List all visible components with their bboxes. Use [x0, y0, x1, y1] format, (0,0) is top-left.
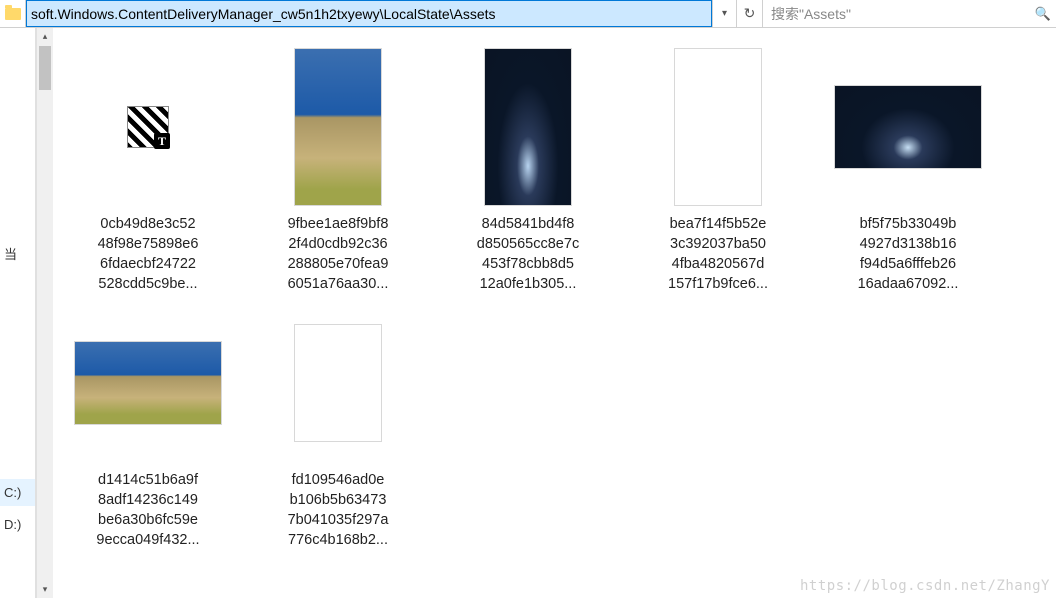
file-item[interactable]: 9fbee1ae8f9bf82f4d0cdb92c36288805e70fea9… [263, 42, 413, 294]
address-bar[interactable]: soft.Windows.ContentDeliveryManager_cw5n… [26, 0, 712, 27]
file-pane: 0cb49d8e3c5248f98e75898e66fdaecbf2472252… [53, 28, 1056, 598]
file-grid: 0cb49d8e3c5248f98e75898e66fdaecbf2472252… [73, 42, 1036, 550]
file-name: 0cb49d8e3c5248f98e75898e66fdaecbf2472252… [75, 214, 221, 294]
folder-icon[interactable] [0, 0, 26, 27]
refresh-icon[interactable]: ↻ [736, 0, 762, 27]
nav-drive-c[interactable]: C:) [0, 479, 35, 506]
file-name: bf5f75b33049b4927d3138b16f94d5a6fffeb261… [835, 214, 981, 294]
file-name: 84d5841bd4f8d850565cc8e7c453f78cbb8d512a… [455, 214, 601, 294]
body: 当 C:) D:) ▴ ▾ 0cb49d8e3c5248f98e75898e66… [0, 28, 1056, 598]
search-icon[interactable]: 🔍 [1030, 6, 1056, 22]
thumbnail [643, 46, 793, 208]
search-input[interactable] [763, 0, 1030, 27]
watermark: https://blog.csdn.net/ZhangY [800, 578, 1050, 594]
file-item[interactable]: d1414c51b6a9f8adf14236c149be6a30b6fc59e9… [73, 298, 223, 550]
address-dropdown-icon[interactable]: ▾ [712, 0, 736, 27]
thumbnail [73, 302, 223, 464]
nav-scrollbar[interactable]: ▴ ▾ [36, 28, 53, 598]
thumbnail [73, 46, 223, 208]
thumbnail [453, 46, 603, 208]
thumbnail [833, 46, 983, 208]
thumbnail [263, 302, 413, 464]
file-name: fd109546ad0eb106b5b634737b041035f297a776… [265, 470, 411, 550]
scroll-thumb[interactable] [39, 46, 51, 90]
file-item[interactable]: fd109546ad0eb106b5b634737b041035f297a776… [263, 298, 413, 550]
nav-tree: 当 C:) D:) [0, 28, 36, 598]
nav-drive-d[interactable]: D:) [0, 511, 35, 538]
thumbnail [263, 46, 413, 208]
scroll-up-icon[interactable]: ▴ [37, 28, 53, 45]
file-item[interactable]: 0cb49d8e3c5248f98e75898e66fdaecbf2472252… [73, 42, 223, 294]
file-item[interactable]: bf5f75b33049b4927d3138b16f94d5a6fffeb261… [833, 42, 983, 294]
address-toolbar: soft.Windows.ContentDeliveryManager_cw5n… [0, 0, 1056, 28]
nav-item[interactable]: 当 [0, 238, 35, 269]
file-item[interactable]: bea7f14f5b52e3c392037ba504fba4820567d157… [643, 42, 793, 294]
file-name: bea7f14f5b52e3c392037ba504fba4820567d157… [645, 214, 791, 294]
scroll-down-icon[interactable]: ▾ [37, 581, 53, 598]
address-path: soft.Windows.ContentDeliveryManager_cw5n… [31, 6, 496, 22]
search-box: 🔍 [762, 0, 1056, 27]
file-item[interactable]: 84d5841bd4f8d850565cc8e7c453f78cbb8d512a… [453, 42, 603, 294]
file-name: d1414c51b6a9f8adf14236c149be6a30b6fc59e9… [75, 470, 221, 550]
file-name: 9fbee1ae8f9bf82f4d0cdb92c36288805e70fea9… [265, 214, 411, 294]
